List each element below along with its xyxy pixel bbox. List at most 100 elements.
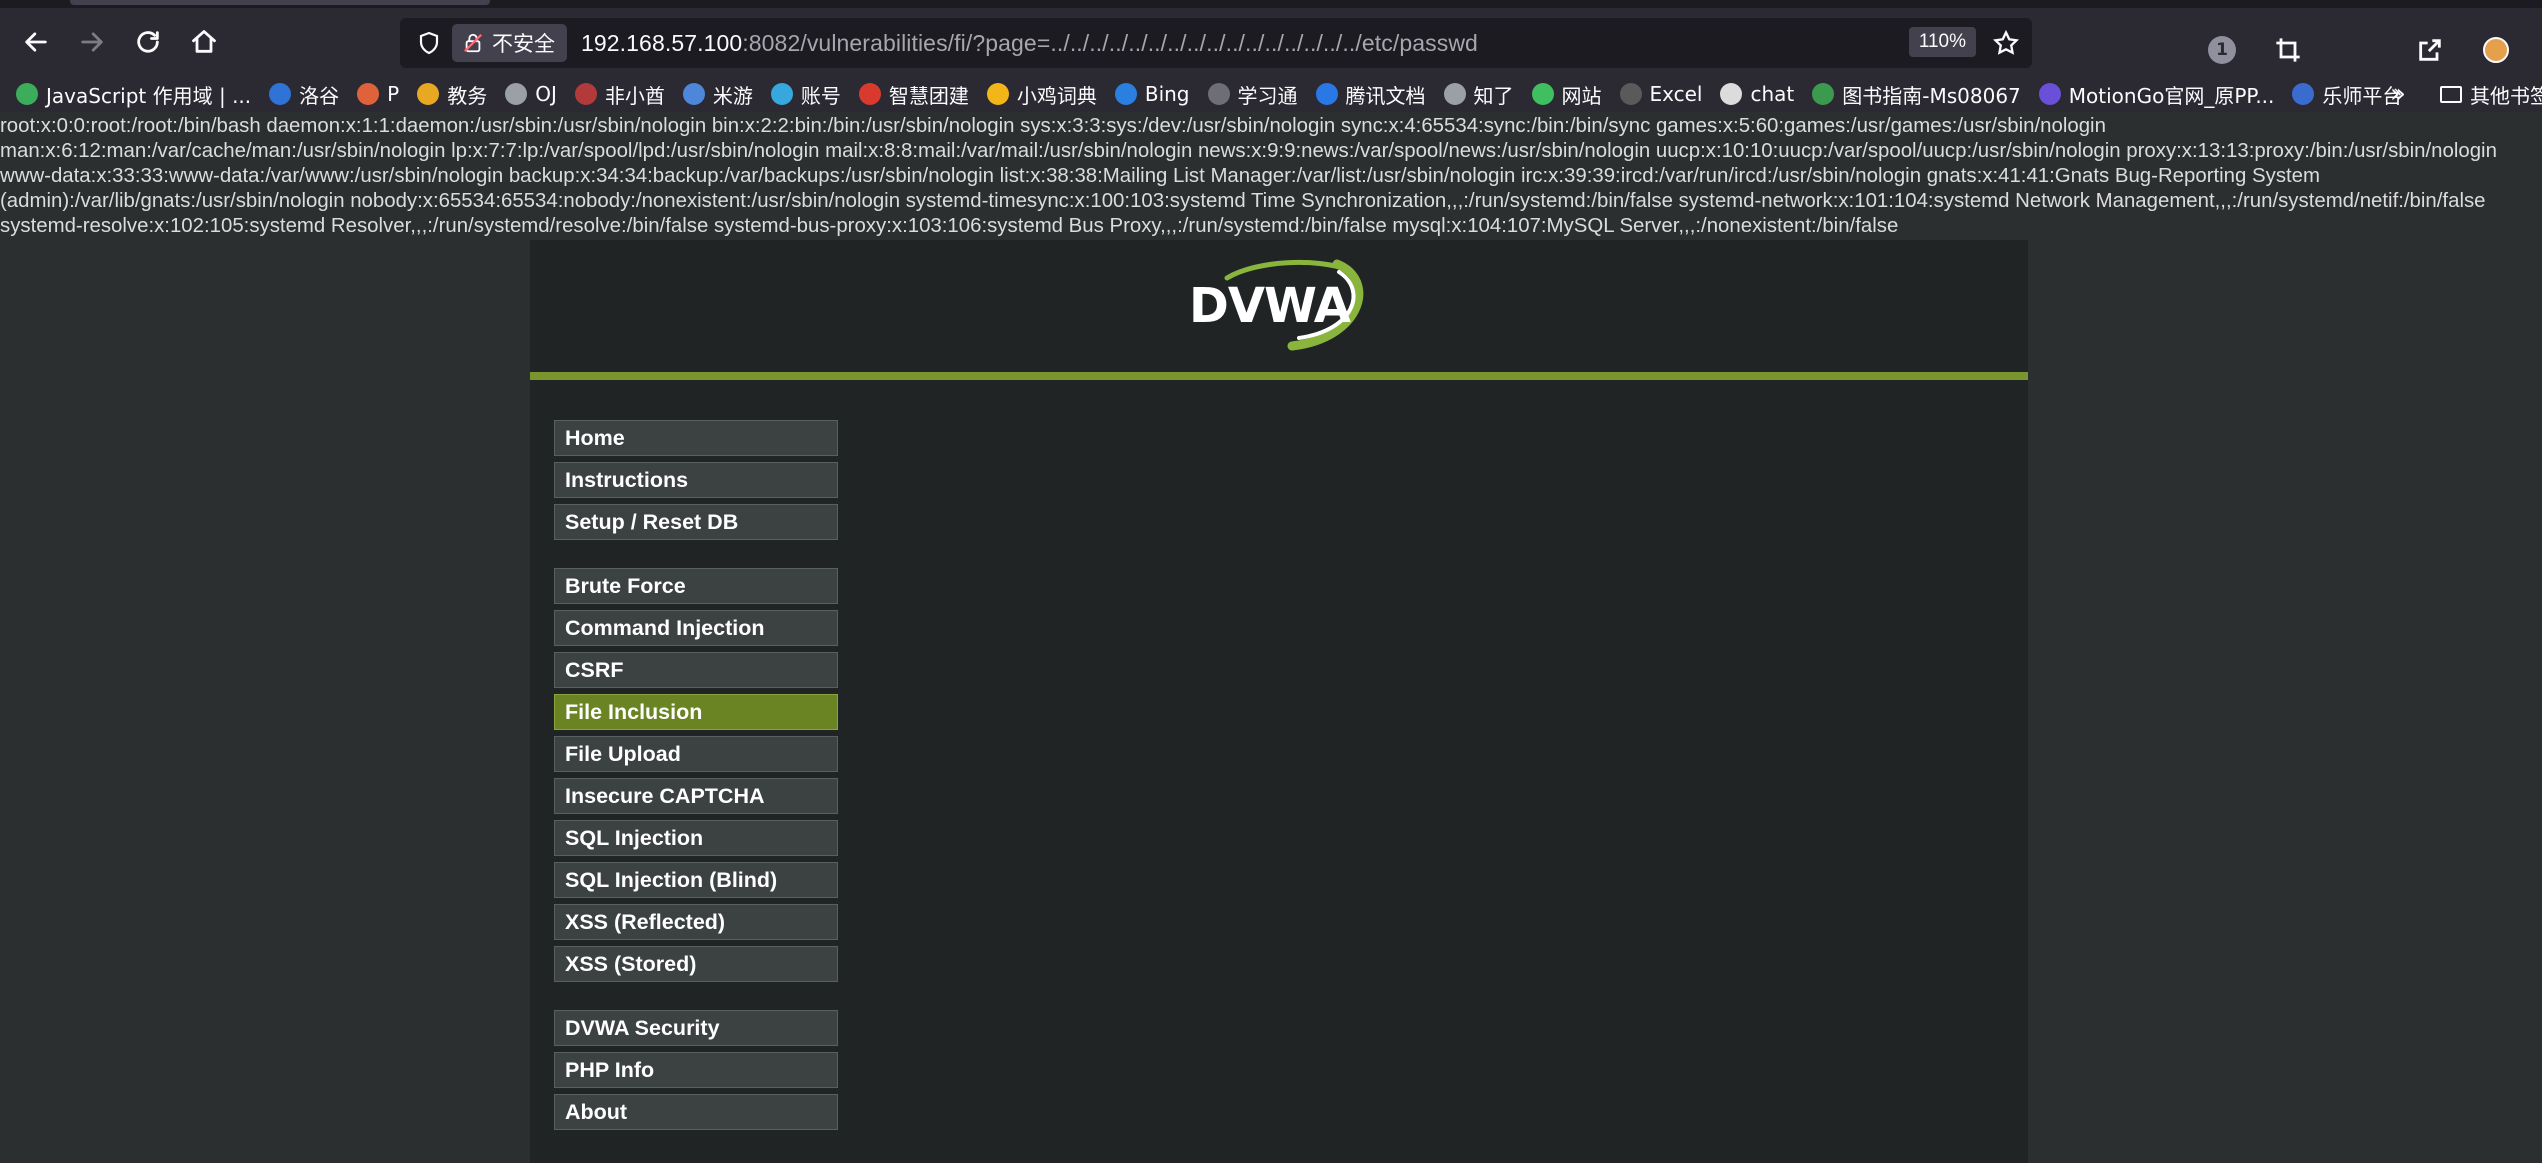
url-text[interactable]: 192.168.57.100:8082/vulnerabilities/fi/?… [581, 30, 1478, 57]
bookmark-favicon-icon [770, 83, 793, 105]
bookmark-item[interactable]: 教务 [417, 80, 487, 109]
dvwa-container: DVWA Home Instructions Setup / Reset DB Br… [530, 240, 2028, 1163]
back-button[interactable] [8, 14, 64, 70]
toolbar-right: 1 [2200, 16, 2542, 84]
bookmark-label: P [387, 82, 400, 106]
other-bookmarks-label: 其他书签 [2470, 83, 2542, 108]
bookmark-item[interactable]: 图书指南-Ms08067 [1812, 80, 2021, 109]
bookmark-label: OJ [535, 82, 557, 106]
home-button[interactable] [176, 14, 232, 70]
bookmark-label: 图书指南-Ms08067 [1842, 83, 2021, 108]
tab-strip [0, 0, 2542, 8]
header-divider [530, 372, 2028, 380]
bookmark-favicon-icon [269, 83, 292, 105]
share-button[interactable] [2408, 28, 2452, 72]
bookmark-item[interactable]: MotionGo官网_原PP... [2038, 80, 2275, 109]
bookmark-favicon-icon [1207, 83, 1230, 105]
star-icon [1992, 29, 2020, 55]
bookmark-favicon-icon [417, 83, 440, 105]
bookmark-item[interactable]: 腾讯文档 [1315, 80, 1426, 109]
bookmark-item[interactable]: chat [1720, 82, 1794, 106]
bookmark-label: 米游 [712, 83, 753, 108]
bookmark-label: 智慧团建 [888, 83, 969, 108]
bookmark-label: Excel [1649, 82, 1703, 106]
bookmark-item[interactable]: P [357, 82, 399, 106]
passwd-output: root:x:0:0:root:/root:/bin/bash daemon:x… [0, 115, 2503, 237]
menu-item-setup-reset-db[interactable]: Setup / Reset DB [554, 504, 838, 540]
menu-item-insecure-captcha[interactable]: Insecure CAPTCHA [554, 778, 838, 814]
navigation-toolbar: 不安全 192.168.57.100:8082/vulnerabilities/… [0, 8, 2542, 76]
bookmark-favicon-icon [16, 83, 38, 105]
logo-text: DVWA [1189, 278, 1351, 334]
insecure-lock-icon [463, 33, 483, 53]
menu-item-command-injection[interactable]: Command Injection [554, 610, 838, 646]
bookmark-label: MotionGo官网_原PP... [2068, 83, 2275, 108]
bookmark-item[interactable]: Excel [1619, 82, 1703, 106]
bookmark-label: 学习通 [1237, 83, 1298, 108]
dvwa-header: DVWA [530, 240, 2028, 370]
zoom-indicator[interactable]: 110% [1908, 27, 1976, 57]
menu-item-instructions[interactable]: Instructions [554, 462, 838, 498]
menu-item-xss-stored[interactable]: XSS (Stored) [554, 946, 838, 982]
folder-icon [2440, 85, 2462, 103]
bookmark-item[interactable]: JavaScript 作用域 | ... [16, 80, 251, 109]
menu-item-csrf[interactable]: CSRF [554, 652, 838, 688]
menu-item-brute-force[interactable]: Brute Force [554, 568, 838, 604]
bookmark-favicon-icon [1619, 83, 1642, 105]
arrow-left-icon [25, 32, 47, 52]
bookmark-item[interactable]: 乐师平台 [2292, 80, 2402, 109]
address-bar[interactable]: 不安全 192.168.57.100:8082/vulnerabilities/… [400, 18, 2032, 68]
bookmark-label: 非小酋 [604, 83, 665, 108]
side-menu: Home Instructions Setup / Reset DB Brute F… [554, 420, 838, 1158]
menu-item-file-inclusion[interactable]: File Inclusion [554, 694, 838, 730]
menu-item-php-info[interactable]: PHP Info [554, 1052, 838, 1088]
profile-button[interactable] [2474, 28, 2518, 72]
avatar [2483, 37, 2509, 63]
bookmark-item[interactable]: 账号 [770, 80, 841, 109]
bookmark-star-button[interactable] [1988, 25, 2024, 61]
tracking-protection-button[interactable] [406, 20, 452, 66]
bookmarks-bar: JavaScript 作用域 | ... 洛谷 P 教务 OJ 非小酋 米游 账号 智慧团建 小鸡… [0, 76, 2542, 112]
forward-button[interactable] [64, 14, 120, 70]
menu-item-sql-injection[interactable]: SQL Injection [554, 820, 838, 856]
menu-item-file-upload[interactable]: File Upload [554, 736, 838, 772]
bookmark-item[interactable]: 知了 [1443, 80, 1514, 109]
reload-button[interactable] [120, 14, 176, 70]
bookmark-label: 洛谷 [299, 83, 340, 108]
bookmark-item[interactable]: Bing [1114, 82, 1190, 106]
more-bookmarks-button[interactable]: » [2390, 76, 2406, 112]
menu-item-about[interactable]: About [554, 1094, 838, 1130]
menu-group-general: Home Instructions Setup / Reset DB [554, 420, 838, 540]
menu-item-sql-injection-blind[interactable]: SQL Injection (Blind) [554, 862, 838, 898]
bookmark-label: JavaScript 作用域 | ... [46, 83, 252, 108]
menu-item-xss-reflected[interactable]: XSS (Reflected) [554, 904, 838, 940]
bookmark-item[interactable]: 学习通 [1207, 80, 1298, 109]
bookmark-item[interactable]: 网站 [1531, 80, 1602, 109]
bookmark-label: 小鸡词典 [1016, 83, 1097, 108]
notification-button[interactable]: 1 [2200, 28, 2244, 72]
arrow-right-icon [81, 32, 103, 52]
crop-button[interactable] [2266, 28, 2310, 72]
bookmark-favicon-icon [986, 83, 1009, 105]
bookmark-item[interactable]: OJ [505, 82, 557, 106]
bookmark-favicon-icon [1812, 83, 1835, 105]
other-bookmarks-folder[interactable]: 其他书签 [2440, 76, 2542, 112]
site-security-button[interactable]: 不安全 [452, 24, 567, 62]
bookmark-item[interactable]: 小鸡词典 [986, 80, 1097, 109]
bookmark-label: 知了 [1473, 83, 1514, 108]
active-tab[interactable] [70, 0, 490, 5]
bookmark-favicon-icon [1114, 83, 1137, 105]
bookmark-item[interactable]: 智慧团建 [858, 80, 969, 109]
menu-item-dvwa-security[interactable]: DVWA Security [554, 1010, 838, 1046]
bookmark-item[interactable]: 洛谷 [269, 80, 339, 109]
menu-group-vulnerabilities: Brute Force Command Injection CSRF File Inc… [554, 568, 838, 982]
bookmark-item[interactable]: 米游 [682, 80, 753, 109]
shield-icon [419, 31, 439, 55]
crop-icon [2276, 38, 2300, 62]
bookmark-label: 教务 [447, 83, 488, 108]
menu-item-home[interactable]: Home [554, 420, 838, 456]
bookmark-label: 网站 [1561, 83, 1602, 108]
notification-count: 1 [2208, 36, 2236, 64]
bookmark-item[interactable]: 非小酋 [574, 80, 665, 109]
url-path: :8082/vulnerabilities/fi/?page=../../../… [742, 29, 1478, 56]
